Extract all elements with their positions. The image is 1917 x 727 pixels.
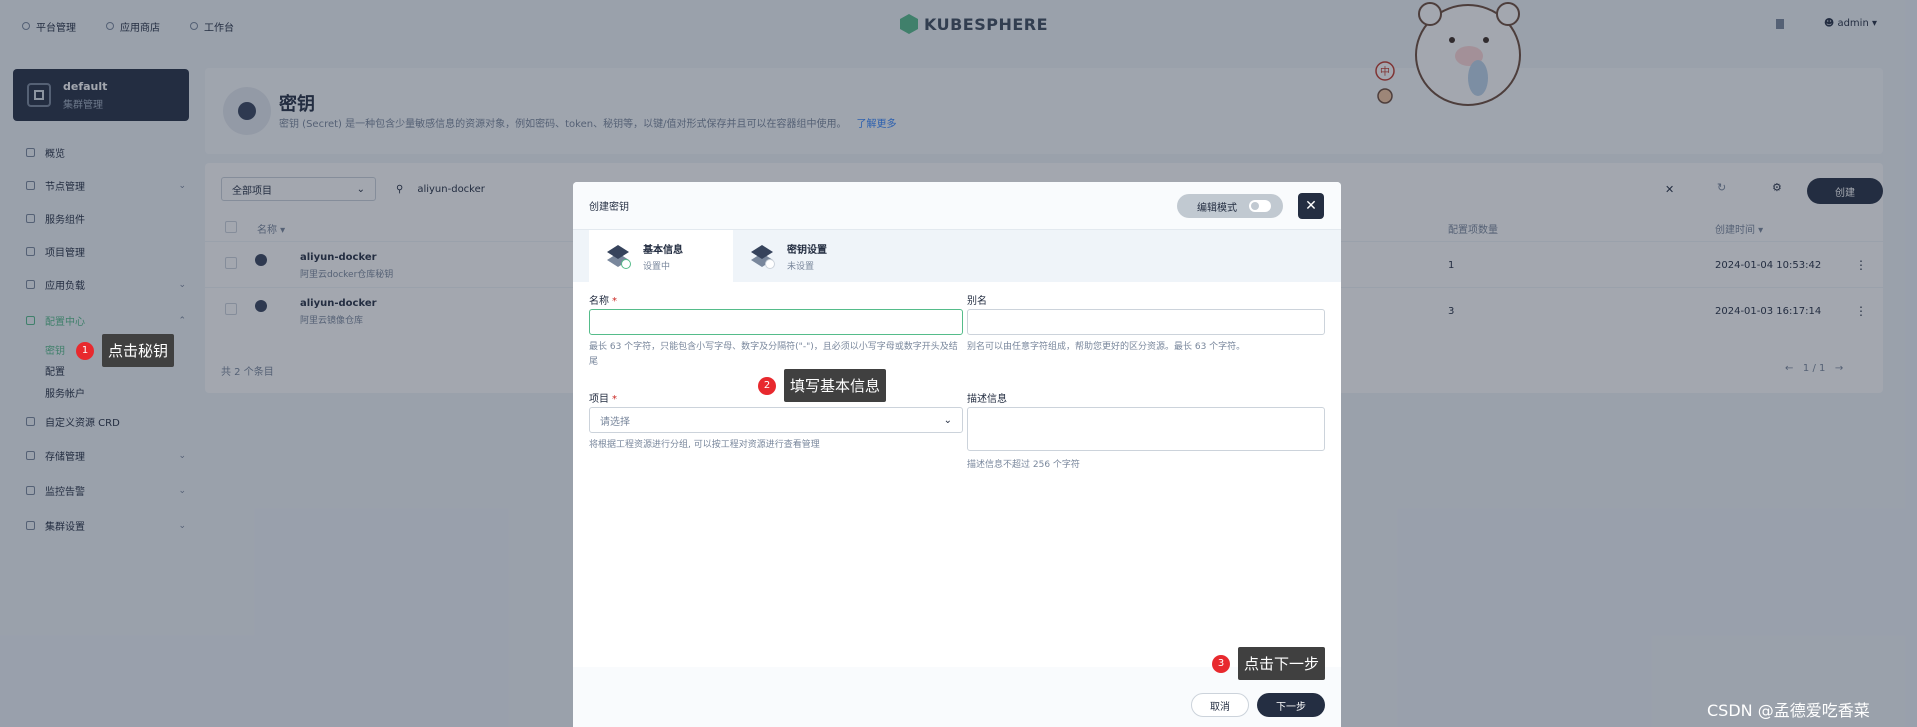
close-button[interactable]: ✕ [1298, 193, 1324, 219]
project-label: 项目 * [589, 394, 617, 405]
alias-hint: 别名可以由任意字符组成，帮助您更好的区分资源。最长 63 个字符。 [967, 342, 1246, 352]
create-secret-modal: 创建密钥 编辑模式 ✕ 基本信息 设置中 密钥设置 未设置 名称 * 最长 63 个字… [573, 182, 1341, 727]
modal-steps: 基本信息 设置中 密钥设置 未设置 [573, 230, 1341, 282]
layers-icon [749, 243, 775, 269]
basic-info-form: 名称 * 最长 63 个字符，只能包含小写字母、数字及分隔符("-")，且必须以小… [573, 282, 1341, 667]
callout-3: 3 点击下一步 [1212, 647, 1326, 680]
modal-title: 创建密钥 [589, 202, 629, 213]
watermark: CSDN @孟德爱吃香菜 [1707, 701, 1870, 720]
description-textarea[interactable] [967, 407, 1325, 451]
tab-basic-info[interactable]: 基本信息 设置中 [589, 230, 733, 282]
tab-secret-settings[interactable]: 密钥设置 未设置 [733, 230, 893, 282]
project-select[interactable]: 请选择 ⌄ [589, 407, 963, 433]
layers-icon [605, 243, 631, 269]
project-hint: 将根据工程资源进行分组, 可以按工程对资源进行查看管理 [589, 440, 820, 450]
close-icon: ✕ [1305, 198, 1317, 214]
alias-label: 别名 [967, 296, 987, 307]
callout-2: 2 填写基本信息 [758, 369, 887, 402]
cancel-button[interactable]: 取消 [1191, 693, 1249, 717]
modal-footer: 取消 下一步 [573, 682, 1341, 727]
description-label: 描述信息 [967, 394, 1007, 405]
description-hint: 描述信息不超过 256 个字符 [967, 460, 1080, 470]
name-hint: 最长 63 个字符，只能包含小写字母、数字及分隔符("-")，且必须以小写字母或… [589, 342, 958, 367]
chevron-down-icon: ⌄ [943, 414, 952, 426]
toggle-switch [1249, 200, 1271, 212]
name-input[interactable] [589, 309, 963, 335]
name-label: 名称 * [589, 296, 617, 307]
next-button[interactable]: 下一步 [1257, 693, 1325, 717]
callout-1: 1 点击秘钥 [76, 334, 175, 367]
edit-mode-toggle[interactable]: 编辑模式 [1177, 194, 1283, 218]
alias-input[interactable] [967, 309, 1325, 335]
